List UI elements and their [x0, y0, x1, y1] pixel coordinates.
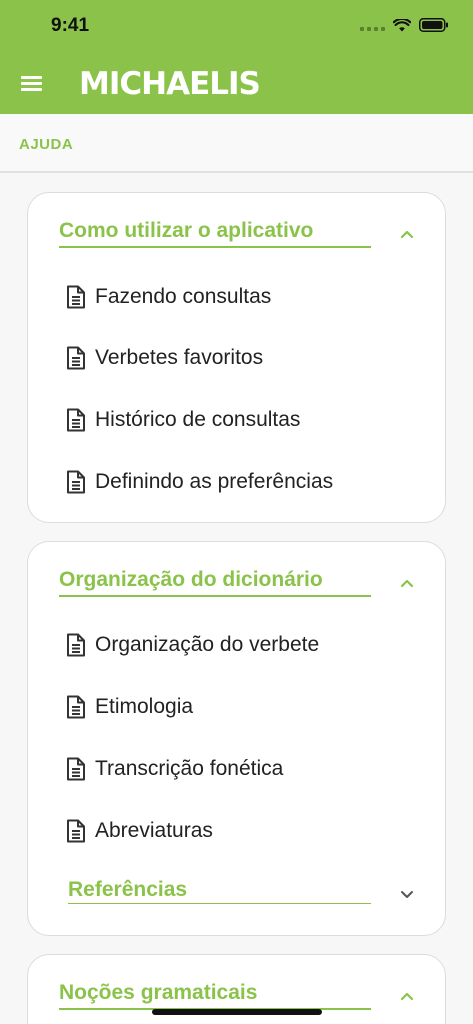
list-item[interactable]: Definindo as preferências	[66, 462, 406, 502]
menu-icon[interactable]	[20, 73, 44, 97]
section-header: AJUDA	[0, 114, 473, 173]
app-bar: MICHAELIS	[0, 56, 473, 114]
wifi-icon	[393, 18, 411, 31]
section-title: AJUDA	[19, 136, 74, 153]
item-label: Histórico de consultas	[95, 408, 301, 431]
title-underline	[59, 595, 371, 597]
subsection-title: Referências	[68, 878, 188, 901]
title-underline	[59, 246, 371, 248]
chevron-up-icon	[400, 579, 414, 588]
document-icon	[67, 757, 85, 781]
card-header-grammar[interactable]: Noções gramaticais	[28, 973, 447, 1023]
card-header-usage[interactable]: Como utilizar o aplicativo	[28, 211, 447, 261]
card-header-organization[interactable]: Organização do dicionário	[28, 560, 447, 610]
michaelis-logo: MICHAELIS	[79, 66, 261, 102]
chevron-up-icon	[400, 230, 414, 239]
home-indicator[interactable]	[152, 1009, 322, 1015]
status-bar: 9:41	[0, 0, 473, 56]
card-title: Organização do dicionário	[59, 568, 323, 591]
document-icon	[67, 633, 85, 657]
item-label: Fazendo consultas	[95, 285, 272, 308]
card-title: Como utilizar o aplicativo	[59, 219, 314, 242]
status-icons	[360, 18, 449, 32]
battery-icon	[419, 18, 448, 32]
item-label: Definindo as preferências	[95, 470, 334, 493]
item-label: Transcrição fonética	[95, 757, 284, 780]
list-item[interactable]: Transcrição fonética	[66, 749, 406, 789]
list-item[interactable]: Histórico de consultas	[66, 400, 406, 440]
chevron-up-icon	[400, 992, 414, 1001]
signal-icon	[360, 19, 385, 31]
document-icon	[67, 819, 85, 843]
item-label: Verbetes favoritos	[95, 346, 264, 369]
document-icon	[67, 470, 85, 494]
document-icon	[67, 285, 85, 309]
status-time: 9:41	[51, 15, 90, 36]
document-icon	[67, 695, 85, 719]
subsection-underline	[68, 903, 371, 904]
list-item[interactable]: Etimologia	[66, 687, 406, 727]
list-item[interactable]: Abreviaturas	[66, 811, 406, 851]
list-item[interactable]: Verbetes favoritos	[66, 338, 406, 378]
subsection-header-references[interactable]: Referências	[28, 868, 447, 918]
chevron-down-icon	[401, 891, 413, 898]
help-card-organization: Organização do dicionário Organização do…	[27, 541, 446, 936]
item-label: Etimologia	[95, 695, 194, 718]
card-title: Noções gramaticais	[59, 981, 258, 1004]
item-label: Organização do verbete	[95, 633, 320, 656]
list-item[interactable]: Organização do verbete	[66, 625, 406, 665]
help-card-usage: Como utilizar o aplicativo Fazendo consu…	[27, 192, 446, 523]
item-label: Abreviaturas	[95, 819, 213, 842]
document-icon	[67, 346, 85, 370]
list-item[interactable]: Fazendo consultas	[66, 277, 406, 317]
document-icon	[67, 408, 85, 432]
